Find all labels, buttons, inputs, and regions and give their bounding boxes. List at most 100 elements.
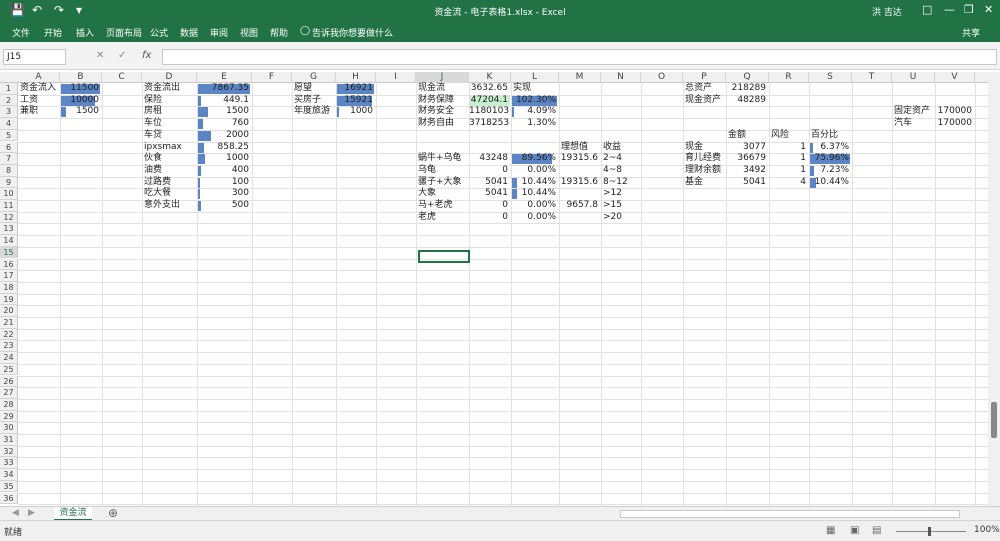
- row-header-32[interactable]: 32: [0, 445, 18, 458]
- cell-q6[interactable]: 3077: [726, 142, 766, 154]
- cell-n9[interactable]: 8~12: [603, 177, 628, 189]
- row-header-34[interactable]: 34: [0, 469, 18, 481]
- column-header-e[interactable]: E: [197, 72, 252, 83]
- tab-home[interactable]: 开始: [44, 26, 62, 39]
- cell-b2[interactable]: 10000: [60, 95, 99, 107]
- cell-e10[interactable]: 300: [197, 188, 249, 200]
- cell-e8[interactable]: 400: [197, 165, 249, 177]
- cell-q8[interactable]: 3492: [726, 165, 766, 177]
- column-header-a[interactable]: A: [18, 72, 60, 83]
- row-header-10[interactable]: 10: [0, 188, 18, 200]
- row-header-3[interactable]: 3: [0, 106, 18, 119]
- column-header-r[interactable]: R: [769, 72, 809, 83]
- cell-b1[interactable]: 11500: [60, 83, 99, 95]
- cell-e2[interactable]: 449.1: [197, 95, 249, 107]
- horizontal-scrollbar[interactable]: [620, 510, 960, 518]
- row-header-1[interactable]: 1: [0, 83, 18, 95]
- enter-icon[interactable]: ✓: [118, 50, 126, 61]
- cell-s6[interactable]: 6.37%: [809, 142, 849, 154]
- column-header-m[interactable]: M: [559, 72, 601, 83]
- cell-d9[interactable]: 过路费: [144, 177, 171, 189]
- cell-n7[interactable]: 2~4: [603, 153, 622, 165]
- cell-k12[interactable]: 0: [469, 212, 508, 224]
- cell-d2[interactable]: 保险: [144, 95, 162, 107]
- cell-a3[interactable]: 兼职: [20, 106, 38, 118]
- cell-q2[interactable]: 48289: [726, 95, 766, 107]
- cell-k1[interactable]: 3632.65: [469, 83, 508, 95]
- row-header-33[interactable]: 33: [0, 457, 18, 470]
- cell-s7[interactable]: 75.96%: [809, 153, 849, 165]
- next-sheet-icon[interactable]: ▶: [28, 508, 35, 518]
- cell-l3[interactable]: 4.09%: [511, 106, 556, 118]
- cell-j1[interactable]: 现金流: [418, 83, 445, 95]
- cell-j3[interactable]: 财务安全: [418, 106, 454, 118]
- cell-v4[interactable]: 170000: [935, 118, 972, 130]
- row-header-2[interactable]: 2: [0, 94, 18, 107]
- cell-e9[interactable]: 100: [197, 177, 249, 189]
- cell-r9[interactable]: 4: [769, 177, 806, 189]
- page-break-view-icon[interactable]: ▤: [872, 525, 881, 536]
- cell-n11[interactable]: >15: [603, 200, 622, 212]
- column-header-q[interactable]: Q: [726, 72, 769, 83]
- row-header-29[interactable]: 29: [0, 410, 18, 423]
- cell-m11[interactable]: 9657.8: [559, 200, 599, 212]
- cell-k2[interactable]: 47204.1: [469, 95, 508, 107]
- row-header-5[interactable]: 5: [0, 129, 18, 142]
- column-header-o[interactable]: O: [641, 72, 683, 83]
- column-header-k[interactable]: K: [469, 72, 511, 83]
- cell-p8[interactable]: 理财余额: [685, 165, 721, 177]
- cell-b3[interactable]: 1500: [60, 106, 99, 118]
- row-header-19[interactable]: 19: [0, 293, 18, 306]
- column-header-s[interactable]: S: [809, 72, 852, 83]
- cell-m7[interactable]: 19315.6: [559, 153, 598, 165]
- cell-p9[interactable]: 基金: [685, 177, 703, 189]
- row-header-22[interactable]: 22: [0, 328, 18, 341]
- cell-d7[interactable]: 伙食: [144, 153, 162, 165]
- column-header-i[interactable]: I: [376, 72, 416, 83]
- ribbon-display-icon[interactable]: □: [922, 3, 932, 16]
- column-header-b[interactable]: B: [60, 72, 102, 83]
- cell-g1[interactable]: 愿望: [294, 83, 312, 95]
- tab-data[interactable]: 数据: [180, 26, 198, 39]
- cell-s8[interactable]: 7.23%: [809, 165, 849, 177]
- cell-a1[interactable]: 资金流入: [20, 83, 56, 95]
- cell-l1[interactable]: 实现: [513, 83, 531, 95]
- cell-k9[interactable]: 5041: [469, 177, 508, 189]
- cell-j9[interactable]: 骡子+大象: [418, 177, 462, 189]
- cancel-icon[interactable]: ✕: [96, 50, 104, 61]
- column-header-l[interactable]: L: [511, 72, 559, 83]
- cell-p6[interactable]: 现金: [685, 142, 703, 154]
- cell-k8[interactable]: 0: [469, 165, 508, 177]
- row-header-20[interactable]: 20: [0, 305, 18, 317]
- cell-p1[interactable]: 总资产: [685, 83, 712, 95]
- cell-g2[interactable]: 买房子: [294, 95, 321, 107]
- row-header-7[interactable]: 7: [0, 153, 18, 165]
- cell-e6[interactable]: 858.25: [197, 142, 250, 154]
- cell-d3[interactable]: 房租: [144, 106, 162, 118]
- cell-m9[interactable]: 19315.6: [559, 177, 598, 189]
- page-layout-view-icon[interactable]: ▣: [850, 525, 859, 536]
- column-header-n[interactable]: N: [601, 72, 641, 83]
- cell-j7[interactable]: 蜗牛+乌龟: [418, 153, 462, 165]
- cell-j11[interactable]: 马+老虎: [418, 200, 453, 212]
- row-header-14[interactable]: 14: [0, 235, 18, 247]
- cell-q7[interactable]: 36679: [726, 153, 766, 165]
- cell-d4[interactable]: 车位: [144, 118, 162, 130]
- vertical-scrollbar[interactable]: [988, 72, 1000, 506]
- row-header-35[interactable]: 35: [0, 480, 18, 493]
- tab-page-layout[interactable]: 页面布局: [106, 26, 142, 39]
- cell-r5[interactable]: 风险: [771, 130, 789, 142]
- cell-d1[interactable]: 资金流出: [144, 83, 180, 95]
- cell-l11[interactable]: 0.00%: [511, 200, 556, 212]
- cell-n12[interactable]: >20: [603, 212, 622, 224]
- cell-l8[interactable]: 0.00%: [511, 165, 556, 177]
- column-header-j[interactable]: J: [416, 72, 469, 83]
- row-header-23[interactable]: 23: [0, 340, 18, 353]
- column-header-h[interactable]: H: [336, 72, 376, 83]
- row-header-31[interactable]: 31: [0, 434, 18, 446]
- zoom-slider[interactable]: [896, 531, 966, 532]
- row-header-15[interactable]: 15: [0, 246, 18, 259]
- row-header-8[interactable]: 8: [0, 164, 18, 177]
- column-header-v[interactable]: V: [935, 72, 975, 83]
- cell-r7[interactable]: 1: [769, 153, 806, 165]
